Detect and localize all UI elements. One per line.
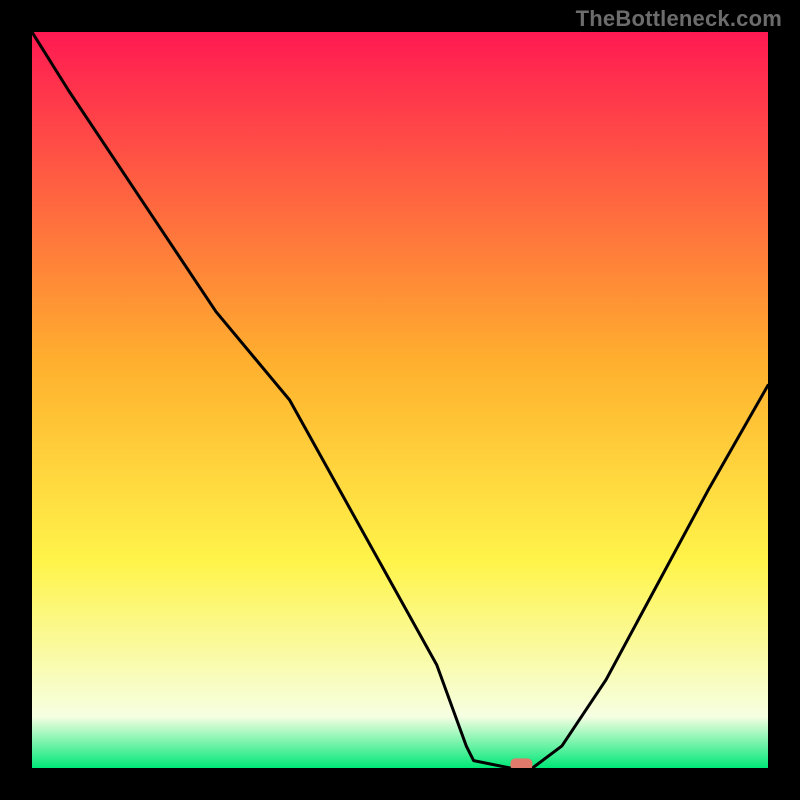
gradient-background (32, 32, 768, 768)
optimal-marker-icon (510, 758, 532, 768)
chart-frame: TheBottleneck.com (0, 0, 800, 800)
bottleneck-chart (32, 32, 768, 768)
plot-area (32, 32, 768, 768)
watermark-text: TheBottleneck.com (576, 6, 782, 32)
